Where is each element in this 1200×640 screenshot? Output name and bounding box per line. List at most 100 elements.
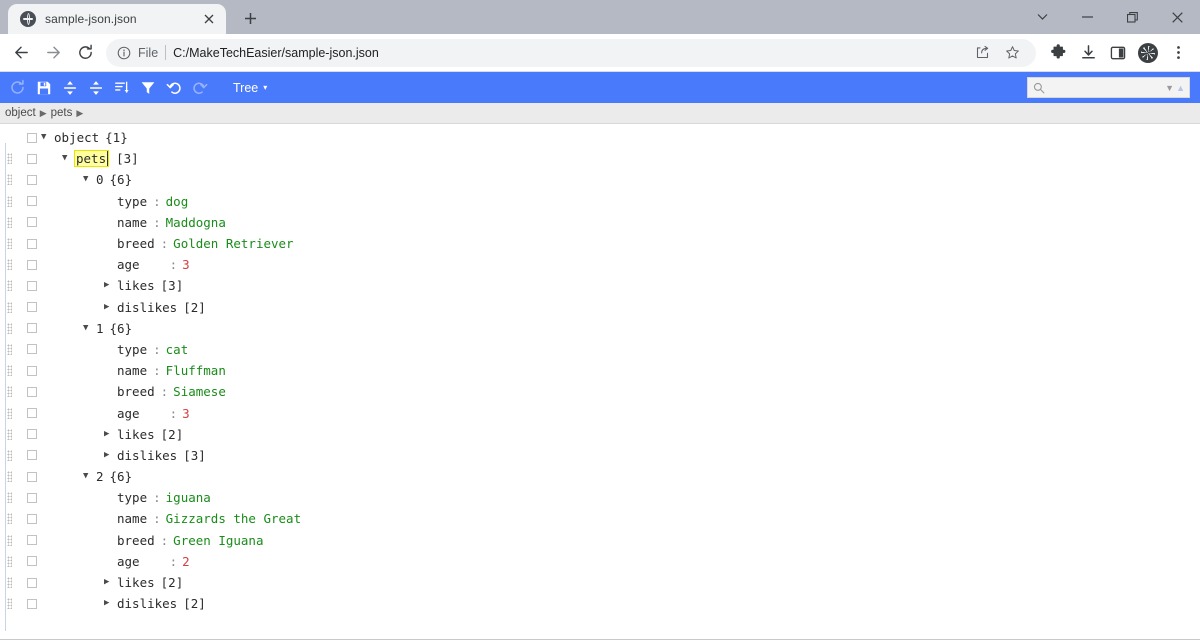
tree-value[interactable]: dog <box>166 194 189 209</box>
tree-value[interactable]: Fluffman <box>166 363 226 378</box>
tree-key[interactable]: breed <box>117 236 155 251</box>
tree-row[interactable]: ▶breed:Siamese <box>0 381 1200 402</box>
drag-handle-icon[interactable] <box>6 555 17 568</box>
tree-value[interactable]: Maddogna <box>166 215 226 230</box>
tree-row[interactable]: ▼object{1} <box>0 127 1200 148</box>
drag-handle-icon[interactable] <box>6 173 17 186</box>
browser-tab[interactable]: sample-json.json <box>8 4 226 34</box>
drag-handle-icon[interactable] <box>6 237 17 250</box>
tree-key[interactable]: type <box>117 490 147 505</box>
tree-key[interactable]: age <box>117 257 140 272</box>
tab-search-chevron-icon[interactable] <box>1020 0 1065 34</box>
drag-handle-icon[interactable] <box>6 534 17 547</box>
tree-value[interactable]: Golden Retriever <box>173 236 293 251</box>
tree-row[interactable]: ▼2{6} <box>0 466 1200 487</box>
tree-row[interactable]: ▶dislikes[2] <box>0 593 1200 614</box>
tree-key[interactable]: likes <box>117 427 155 442</box>
tree-row[interactable]: ▶age:3 <box>0 402 1200 423</box>
tree-key[interactable]: name <box>117 511 147 526</box>
caret-collapsed-icon[interactable]: ▶ <box>104 430 117 439</box>
row-checkbox[interactable] <box>27 175 37 185</box>
undo-button[interactable] <box>161 75 186 100</box>
row-checkbox[interactable] <box>27 366 37 376</box>
breadcrumb-item-pets[interactable]: pets <box>51 107 73 119</box>
caret-collapsed-icon[interactable]: ▶ <box>104 281 117 290</box>
drag-handle-icon[interactable] <box>6 512 17 525</box>
extensions-button[interactable] <box>1044 39 1072 67</box>
tree-value[interactable]: Gizzards the Great <box>166 511 301 526</box>
sort-button[interactable] <box>109 75 134 100</box>
side-panel-button[interactable] <box>1104 39 1132 67</box>
row-checkbox[interactable] <box>27 408 37 418</box>
caret-expanded-icon[interactable]: ▼ <box>83 175 96 184</box>
caret-collapsed-icon[interactable]: ▶ <box>104 599 117 608</box>
tree-row[interactable]: ▶breed:Green Iguana <box>0 530 1200 551</box>
breadcrumb-item-object[interactable]: object <box>5 107 36 119</box>
drag-handle-icon[interactable] <box>6 343 17 356</box>
search-next-button[interactable]: ▼ <box>1165 83 1174 93</box>
row-checkbox[interactable] <box>27 429 37 439</box>
tree-key[interactable]: age <box>117 406 140 421</box>
search-input[interactable] <box>1049 82 1161 94</box>
back-button[interactable] <box>6 38 36 68</box>
caret-collapsed-icon[interactable]: ▶ <box>104 451 117 460</box>
tree-key[interactable]: pets <box>75 151 108 166</box>
drag-handle-icon[interactable] <box>6 428 17 441</box>
tree-key[interactable]: object <box>54 130 99 145</box>
drag-handle-icon[interactable] <box>6 449 17 462</box>
drag-handle-icon[interactable] <box>6 385 17 398</box>
row-checkbox[interactable] <box>27 281 37 291</box>
tree-row[interactable]: ▶type:cat <box>0 339 1200 360</box>
drag-handle-icon[interactable] <box>6 597 17 610</box>
refresh-button[interactable] <box>5 75 30 100</box>
row-checkbox[interactable] <box>27 239 37 249</box>
tree-key[interactable]: type <box>117 342 147 357</box>
omnibox-url-text[interactable]: C:/MakeTechEasier/sample-json.json <box>173 46 961 60</box>
drag-handle-icon[interactable] <box>6 258 17 271</box>
tree-row[interactable]: ▶name:Gizzards the Great <box>0 508 1200 529</box>
row-checkbox[interactable] <box>27 493 37 503</box>
minimize-button[interactable] <box>1065 0 1110 34</box>
mode-selector[interactable]: Tree ▾ <box>227 79 273 97</box>
drag-handle-icon[interactable] <box>6 322 17 335</box>
row-checkbox[interactable] <box>27 217 37 227</box>
downloads-button[interactable] <box>1074 39 1102 67</box>
tree-row[interactable]: ▼1{6} <box>0 318 1200 339</box>
tree-value[interactable]: 3 <box>182 406 190 421</box>
tree-key[interactable]: 2 <box>96 469 104 484</box>
tree-key[interactable]: 0 <box>96 172 104 187</box>
close-button[interactable] <box>1155 0 1200 34</box>
caret-expanded-icon[interactable]: ▼ <box>83 324 96 333</box>
row-checkbox[interactable] <box>27 387 37 397</box>
tree-row[interactable]: ▼pets[3] <box>0 148 1200 169</box>
tree-key[interactable]: dislikes <box>117 596 177 611</box>
drag-handle-icon[interactable] <box>6 470 17 483</box>
drag-handle-icon[interactable] <box>6 491 17 504</box>
tree-key[interactable]: breed <box>117 533 155 548</box>
row-checkbox[interactable] <box>27 196 37 206</box>
drag-handle-icon[interactable] <box>6 279 17 292</box>
drag-handle-icon[interactable] <box>6 364 17 377</box>
tree-row[interactable]: ▶likes[2] <box>0 424 1200 445</box>
redo-button[interactable] <box>187 75 212 100</box>
caret-collapsed-icon[interactable]: ▶ <box>104 303 117 312</box>
row-checkbox[interactable] <box>27 450 37 460</box>
drag-handle-icon[interactable] <box>6 152 17 165</box>
forward-button[interactable] <box>38 38 68 68</box>
tree-row[interactable]: ▶age:3 <box>0 254 1200 275</box>
tree-row[interactable]: ▶dislikes[2] <box>0 297 1200 318</box>
caret-expanded-icon[interactable]: ▼ <box>83 472 96 481</box>
tree-key[interactable]: dislikes <box>117 300 177 315</box>
tree-row[interactable]: ▶name:Maddogna <box>0 212 1200 233</box>
drag-handle-icon[interactable] <box>6 301 17 314</box>
row-checkbox[interactable] <box>27 599 37 609</box>
share-icon[interactable] <box>968 39 996 67</box>
tree-key[interactable]: dislikes <box>117 448 177 463</box>
tree-value[interactable]: cat <box>166 342 189 357</box>
caret-collapsed-icon[interactable]: ▶ <box>104 578 117 587</box>
save-button[interactable] <box>31 75 56 100</box>
row-checkbox[interactable] <box>27 556 37 566</box>
star-icon[interactable] <box>998 39 1026 67</box>
tree-value[interactable]: Green Iguana <box>173 533 263 548</box>
tree-key[interactable]: 1 <box>96 321 104 336</box>
